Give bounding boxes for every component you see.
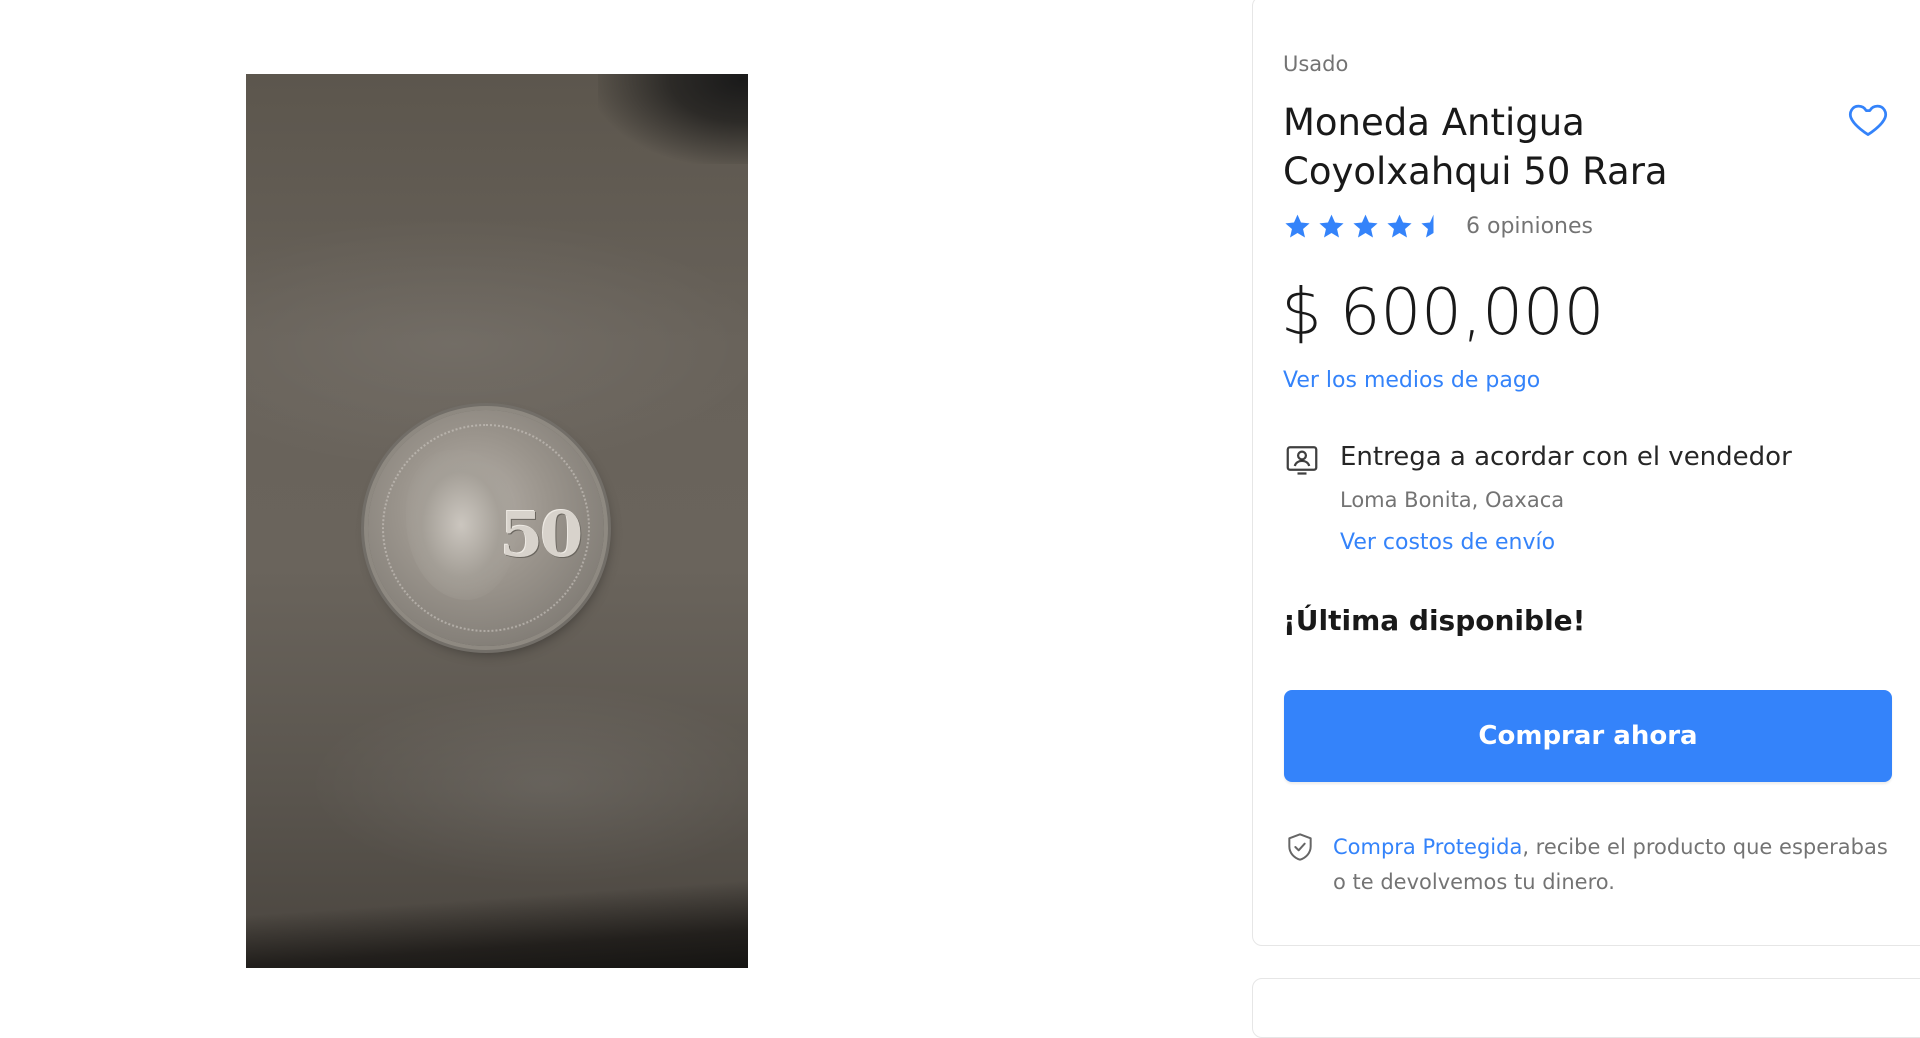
stock-status: ¡Última disponible!	[1283, 604, 1586, 637]
star-icon	[1353, 214, 1378, 238]
cloth-fold-highlight	[286, 674, 748, 894]
price-amount: 600,000	[1339, 276, 1605, 350]
reviews-link[interactable]: 6 opiniones	[1466, 214, 1593, 239]
coin: 50	[368, 410, 604, 646]
seller-location: Loma Bonita, Oaxaca	[1340, 488, 1565, 512]
payment-methods-link[interactable]: Ver los medios de pago	[1283, 368, 1540, 393]
shipping-costs-link[interactable]: Ver costos de envío	[1340, 530, 1555, 555]
star-icon	[1421, 214, 1446, 238]
coin-denomination: 50	[500, 498, 583, 571]
favorite-button[interactable]	[1846, 97, 1890, 141]
price-currency: $	[1281, 276, 1322, 350]
product-image[interactable]: 50	[246, 74, 748, 968]
photo-shadow	[598, 74, 748, 164]
protected-purchase-link[interactable]: Compra Protegida	[1333, 835, 1522, 859]
rating-stars	[1283, 212, 1448, 241]
star-icon	[1285, 214, 1310, 238]
purchase-protection: Compra Protegida, recibe el producto que…	[1333, 830, 1893, 900]
buy-now-button[interactable]: Comprar ahora	[1284, 690, 1892, 782]
shield-check-icon	[1288, 833, 1312, 861]
heart-outline-icon	[1849, 104, 1887, 136]
photo-shadow	[246, 878, 748, 968]
item-condition: Usado	[1283, 52, 1349, 76]
star-icon	[1319, 214, 1344, 238]
shipping-title: Entrega a acordar con el vendedor	[1340, 442, 1792, 472]
secondary-card	[1252, 978, 1920, 1038]
rating: 6 opiniones	[1283, 212, 1593, 241]
price: $ 600,000	[1281, 276, 1604, 350]
product-title: Moneda Antigua Coyolxahqui 50 Rara	[1283, 101, 1668, 193]
person-card-icon	[1286, 446, 1318, 475]
star-icon	[1387, 214, 1412, 238]
